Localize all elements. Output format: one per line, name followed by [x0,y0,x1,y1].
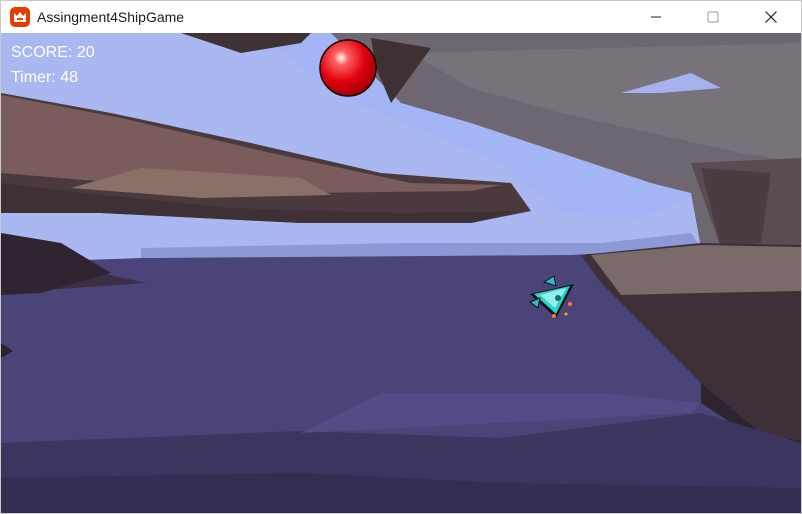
game-window: Assingment4ShipGame SCORE: 20 Timer: 48 [0,0,802,514]
title-bar[interactable]: Assingment4ShipGame [1,1,801,33]
score-label: SCORE: [11,44,73,61]
score-value: 20 [76,44,95,61]
minimize-button[interactable] [627,1,685,33]
timer-label: Timer: [11,69,56,86]
minimize-icon [651,16,661,18]
maximize-button[interactable] [684,1,742,33]
monogame-logo-icon [10,7,30,27]
canyon-background [1,33,801,513]
red-ball-enemy [319,39,377,97]
maximize-icon [707,11,719,23]
player-ship [528,275,574,318]
timer-value: 48 [60,69,78,86]
hud-score: SCORE: 20 [11,44,95,62]
window-title: Assingment4ShipGame [37,9,185,25]
close-icon [765,11,777,23]
hud-timer: Timer: 48 [11,69,78,87]
close-button[interactable] [742,1,800,33]
game-viewport[interactable]: SCORE: 20 Timer: 48 [1,33,801,513]
